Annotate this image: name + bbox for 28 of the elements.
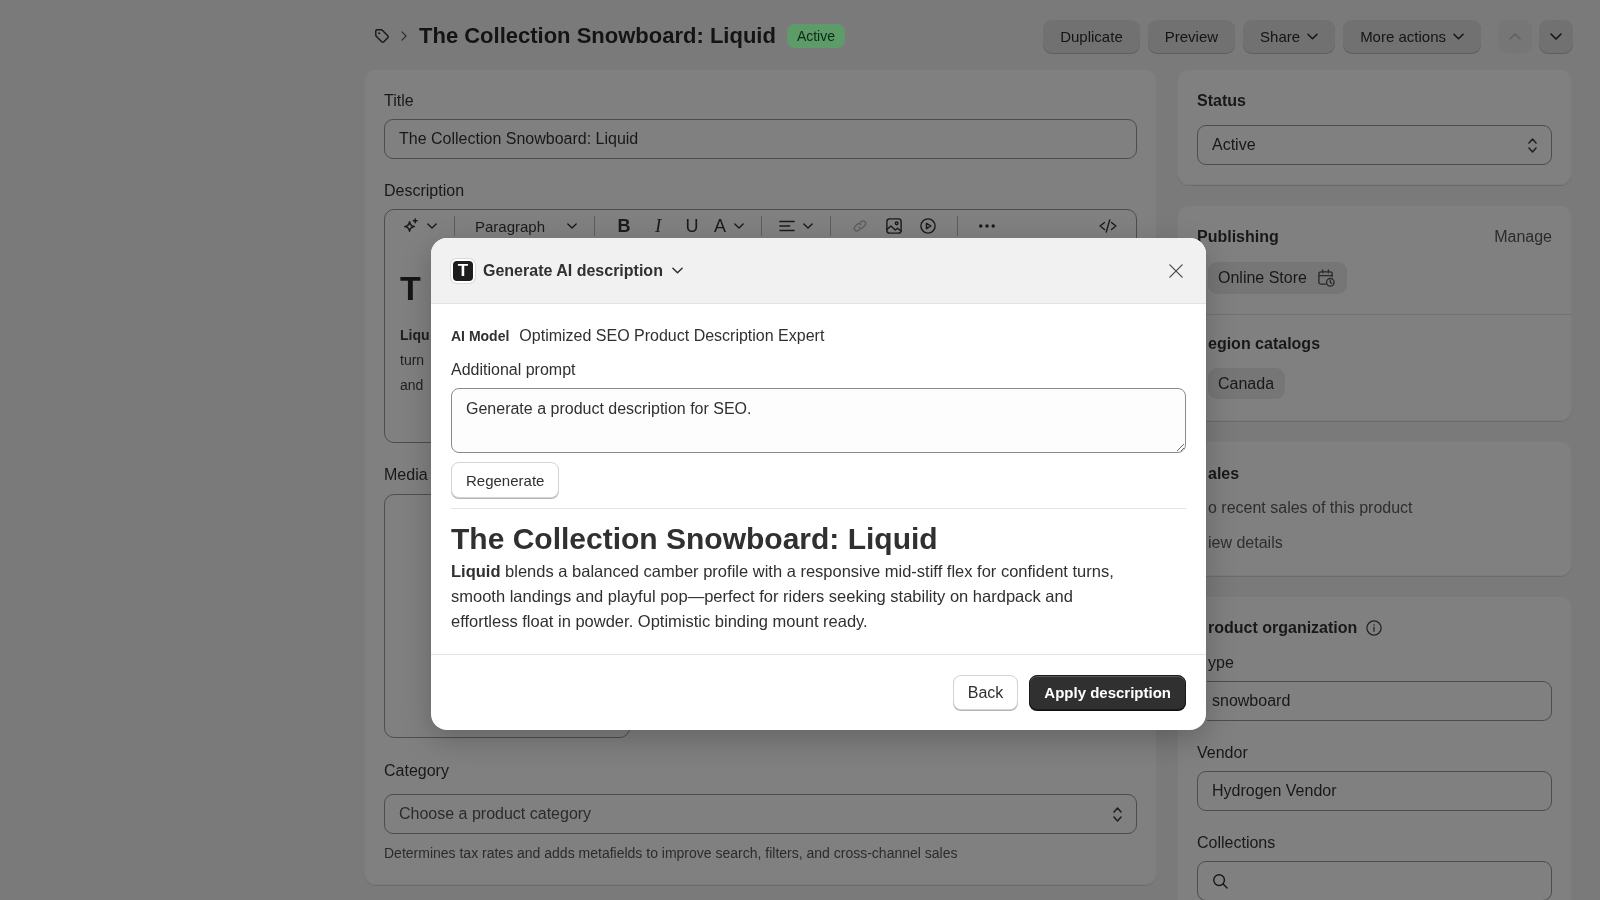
model-label: AI Model (451, 327, 510, 346)
model-name: Optimized SEO Product Description Expert (519, 326, 825, 346)
result-heading: The Collection Snowboard: Liquid (451, 521, 938, 557)
card-title: Publishing (1197, 227, 1279, 247)
sales-message: o recent sales of this product (1208, 498, 1413, 518)
card-title: ales (1208, 464, 1240, 484)
field-label: Collections (1197, 833, 1276, 853)
catalog-chip: Canada (1208, 368, 1286, 399)
card-title: Status (1197, 91, 1246, 111)
page-title: The Collection Snowboard: Liquid (419, 22, 776, 50)
field-label: Title (384, 91, 414, 111)
field-label: Description (384, 181, 465, 201)
app-logo: T (453, 260, 473, 281)
result-text: Liquid blends a balanced camber profile with a responsive mid-stiff flex for confident turns, smooth landings and playful pop—perfect for riders seeking stability on hardpack and effortless float in powder. Optimistic binding mount ready. (451, 561, 1115, 632)
channel-name: Online Store (1218, 269, 1307, 287)
field-label: ype (1208, 653, 1234, 673)
card-title: egion catalogs (1208, 334, 1321, 354)
editor-text: turn (400, 351, 425, 370)
editor-text: Liqu (400, 326, 430, 345)
editor-text: and (400, 376, 424, 395)
card-title: roduct organization (1208, 618, 1358, 638)
editor-heading: T (400, 268, 421, 308)
field-label: Media (384, 465, 428, 485)
status-badge: Active (786, 24, 845, 48)
field-label: Category (384, 761, 449, 781)
field-label: Vendor (1197, 743, 1248, 763)
field-label: Additional prompt (451, 360, 576, 380)
help-text: Determines tax rates and adds metafields to improve search, filters, and cross-channel sales (384, 844, 958, 862)
